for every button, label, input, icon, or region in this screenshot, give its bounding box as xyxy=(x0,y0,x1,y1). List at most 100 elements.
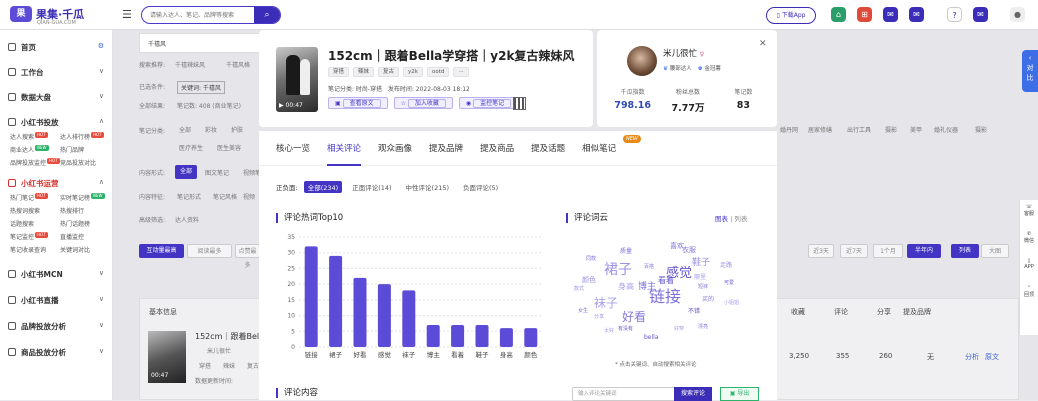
app-button[interactable]: ▯ APP xyxy=(1020,254,1038,281)
category-item[interactable]: 医疗养生 xyxy=(179,143,203,152)
submenu-item[interactable]: 实时笔记榜 NEW xyxy=(60,193,110,204)
notification-icon[interactable]: ✉ xyxy=(973,7,988,22)
selected-chip[interactable]: 关键词: 千禧风 xyxy=(177,81,225,94)
logo[interactable]: 果 果集·千瓜 QIAN-GUA.COM xyxy=(10,6,84,26)
sort-button[interactable]: 阅读最多 xyxy=(187,244,232,258)
category-item[interactable]: 护肤 xyxy=(231,125,243,134)
cloud-word[interactable]: 衣服 xyxy=(682,247,696,254)
sidebar-item-xhs-ops[interactable]: 小红书运营 ∧ xyxy=(0,173,112,193)
category-item[interactable]: 婚礼仪器 xyxy=(934,125,958,134)
search-input[interactable] xyxy=(142,7,254,23)
cloud-word[interactable]: 好看 xyxy=(622,311,646,323)
category-item[interactable]: 摄影 xyxy=(885,125,897,134)
submenu-item[interactable]: 热门话题榜 xyxy=(60,219,110,230)
view-list-toggle[interactable]: 列表 xyxy=(734,215,747,223)
category-item[interactable]: 医生美容 xyxy=(217,143,241,152)
cloud-word[interactable]: 裙子 xyxy=(604,263,632,277)
settings-icon[interactable]: ⚙ xyxy=(98,42,104,50)
category-item[interactable]: 彩妆 xyxy=(205,125,217,134)
cloud-word[interactable]: 买的 xyxy=(702,297,714,303)
user-avatar[interactable]: ● xyxy=(1010,7,1025,22)
note-thumbnail[interactable]: ▶ 00:47 xyxy=(276,47,318,112)
cloud-word[interactable]: 哪里 xyxy=(694,275,706,281)
cloud-word[interactable]: 百搭 xyxy=(644,265,654,270)
submenu-item[interactable]: 达人排行榜 HOT xyxy=(60,132,110,143)
filter-neutral[interactable]: 中性评论(215) xyxy=(402,181,453,193)
cloud-word[interactable]: 分享 xyxy=(594,315,604,320)
submenu-item[interactable]: 直播监控 xyxy=(60,232,110,243)
chart-bar[interactable] xyxy=(304,246,318,347)
submenu-item[interactable]: 品牌投放监控 HOT xyxy=(10,158,60,169)
sidebar-item-home[interactable]: 首页 ⚙ xyxy=(0,37,112,57)
cloud-word[interactable]: 袜子 xyxy=(594,297,618,309)
feature-option[interactable]: 笔记形式 xyxy=(177,192,201,201)
recommend-item[interactable]: 千禧辣妹风 xyxy=(175,60,205,69)
sidebar-item-brand-analysis[interactable]: 品牌投放分析 ∨ xyxy=(0,316,112,336)
category-item[interactable]: 婚丹网 xyxy=(780,125,798,134)
feature-option[interactable]: 视频 xyxy=(243,192,255,201)
submenu-item[interactable]: 热门笔记 HOT xyxy=(10,193,60,204)
tab-products[interactable]: 提及商品 xyxy=(480,131,514,165)
cloud-word[interactable]: 好穿 xyxy=(674,327,684,332)
time-filter-button[interactable]: 半年内 xyxy=(907,244,941,258)
cloud-word[interactable]: 喜欢 xyxy=(670,243,684,250)
time-filter-button[interactable]: 近3天 xyxy=(808,244,834,258)
wechat-button[interactable]: ✆ 微信 xyxy=(1020,227,1038,254)
sidebar-item-dashboard[interactable]: 数据大盘 ∨ xyxy=(0,87,112,107)
cloud-word[interactable]: 走路 xyxy=(720,263,732,269)
cloud-word[interactable]: 颜色 xyxy=(582,277,596,284)
time-filter-button[interactable]: 1个月 xyxy=(873,244,903,258)
tab-topics[interactable]: 提及话题 xyxy=(531,131,565,165)
filter-positive[interactable]: 正面评论(14) xyxy=(348,181,395,193)
message-icon[interactable]: ✉ xyxy=(883,7,898,22)
row-title[interactable]: 152cm｜跟着Bella xyxy=(195,331,266,342)
qr-code-icon[interactable] xyxy=(513,97,526,110)
sort-button[interactable]: 点赞最多 xyxy=(235,244,260,269)
shop-icon[interactable]: ⌂ xyxy=(831,7,846,22)
cloud-word[interactable]: 女生 xyxy=(578,309,588,314)
monitor-note-button[interactable]: ◉ 监控笔记 xyxy=(458,97,519,109)
advanced-option[interactable]: 达人资料 xyxy=(175,215,199,224)
view-button[interactable]: 大图 xyxy=(981,244,1009,258)
comment-search-button[interactable]: 搜索评论 xyxy=(674,387,712,401)
back-to-top-button[interactable]: ⌃ 回顶 xyxy=(1020,281,1038,308)
tab-overview[interactable]: 核心一览 xyxy=(276,131,310,165)
submenu-item[interactable]: 笔记监控 HOT xyxy=(10,232,60,243)
cloud-word[interactable]: 质量 xyxy=(620,249,632,255)
sidebar-item-live[interactable]: 小红书直播 ∨ xyxy=(0,290,112,310)
submenu-item[interactable]: 热门品牌 xyxy=(60,145,110,156)
author-avatar[interactable] xyxy=(627,46,657,76)
sidebar-item-workbench[interactable]: 工作台 ∨ xyxy=(0,62,112,82)
view-button[interactable]: 列表 xyxy=(951,244,979,258)
category-item[interactable]: 居家修缮 xyxy=(808,125,832,134)
cloud-word[interactable]: 鞋子 xyxy=(692,259,710,268)
filter-negative[interactable]: 负面评论(5) xyxy=(459,181,502,193)
search-icon[interactable]: ⌕ xyxy=(254,7,280,23)
chart-bar[interactable] xyxy=(475,325,489,347)
cloud-word[interactable]: 同款 xyxy=(586,257,596,262)
chart-bar[interactable] xyxy=(524,328,538,347)
cloud-word[interactable]: 博主 xyxy=(638,283,656,292)
submenu-item[interactable]: 竞品投放对比 xyxy=(60,158,110,169)
sidebar-item-product-analysis[interactable]: 商品投放分析 ∨ xyxy=(0,342,112,362)
cloud-word[interactable]: 太好 xyxy=(604,329,614,334)
author-name[interactable]: 米儿很忙 ♀ xyxy=(663,47,704,59)
help-icon[interactable]: ? xyxy=(947,7,962,22)
sidebar-item-xhs-ads[interactable]: 小红书投放 ∧ xyxy=(0,112,112,132)
chart-bar[interactable] xyxy=(353,277,367,347)
tab-comments[interactable]: 相关评论 xyxy=(327,131,362,166)
cloud-word[interactable]: 可爱 xyxy=(724,281,734,286)
add-favorite-button[interactable]: ☆ 加入收藏 xyxy=(393,97,453,109)
cloud-word[interactable]: 漂亮 xyxy=(698,325,708,330)
view-chart-toggle[interactable]: 图表 xyxy=(715,215,728,223)
row-analyze-link[interactable]: 分析 xyxy=(965,352,979,362)
row-original-link[interactable]: 原文 xyxy=(985,352,999,362)
category-item[interactable]: 摄影 xyxy=(975,125,987,134)
feature-option[interactable]: 笔记风格 xyxy=(213,192,237,201)
tab-brands[interactable]: 提及品牌 xyxy=(429,131,463,165)
chart-bar[interactable] xyxy=(377,284,391,347)
mail-icon[interactable]: ✉ xyxy=(909,7,924,22)
tab-similar[interactable]: 相似笔记 xyxy=(582,131,616,165)
sort-button[interactable]: 互动量最高 xyxy=(139,244,184,258)
submenu-item[interactable]: 笔记收录查询 xyxy=(10,245,60,256)
